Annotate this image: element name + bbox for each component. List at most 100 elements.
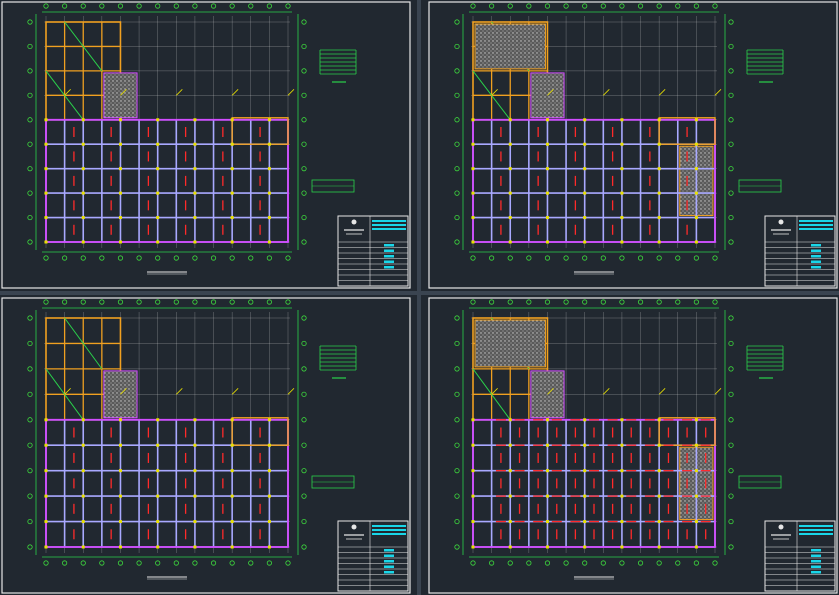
axis-bubble [248,3,254,9]
axis-bubble [454,19,460,25]
column [694,240,698,244]
column [156,240,160,244]
column [156,216,160,220]
axis-bubble [43,3,49,9]
axis-bubble [27,442,33,448]
axis-bubble [489,299,495,305]
axis-bubble [301,493,307,499]
column [267,494,271,498]
axis-bubble [728,92,734,98]
column [471,216,475,220]
axis-bubble [728,340,734,347]
column [230,494,234,498]
column [657,494,661,498]
axis-bubble [563,560,569,566]
column [118,494,122,498]
column [267,443,271,447]
axis-bubble [117,3,124,9]
axis-bubble [526,560,532,566]
axis-bubble [675,255,681,261]
title-block[interactable] [337,520,409,592]
axis-bubbles [27,3,307,261]
column [44,240,48,244]
column [545,494,549,498]
axis-bubble [675,299,681,305]
cad-model-space[interactable] [0,0,839,595]
title-block-cyan-bar [799,529,833,531]
axis-bubble [728,117,734,123]
axis-bubble [27,417,33,423]
axis-bubble [192,255,198,261]
title-block[interactable] [764,215,836,287]
title-block-field [811,266,821,269]
title-block-field [811,255,821,258]
column [193,443,197,447]
column [694,443,698,447]
floor-plan[interactable] [454,299,734,566]
column [44,142,48,146]
axis-bubble [266,3,272,9]
column [657,118,661,122]
axis-bubble [507,255,513,261]
axis-bubble [582,560,588,566]
legend-table[interactable] [746,49,784,83]
column [508,216,512,220]
axis-bubble [454,493,460,499]
title-block-frame [337,520,409,592]
column [545,469,549,473]
axis-bubble [192,560,198,566]
leader-line [491,89,498,96]
legend-table[interactable] [319,345,357,379]
axis-bubble [544,299,551,305]
slab-hatch [474,23,546,70]
leader-line [176,89,183,96]
drawing-sheet-4[interactable] [428,297,838,594]
axis-bubble [27,340,33,347]
axis-bubble [470,299,476,305]
axis-bubble [600,560,606,566]
annotation-leaders [491,89,722,96]
axis-bubble [489,560,495,566]
column [230,118,234,122]
axis-bubble [27,43,33,50]
floor-plan[interactable] [454,3,734,261]
drawing-sheet-2[interactable] [428,1,838,289]
drawing-sheet-1[interactable] [1,1,411,289]
column [44,545,48,549]
axis-bubble [266,560,272,566]
column [267,545,271,549]
drawing-sheet-3[interactable] [1,297,411,594]
main-body-beams [45,118,289,243]
dimension-lines [35,11,299,253]
column [193,469,197,473]
column [545,520,549,524]
floor-plan[interactable] [27,3,307,261]
dimension-lines [35,307,299,558]
column [44,494,48,498]
cad-drawing-area[interactable] [0,0,839,595]
legend-table[interactable] [746,345,784,379]
column [620,142,624,146]
floor-plan[interactable] [27,299,307,566]
axis-bubble [301,117,307,123]
column [44,167,48,171]
axis-bubble [248,299,254,305]
company-logo-icon [351,219,357,225]
axis-bubble [728,19,734,25]
column [471,520,475,524]
column [508,494,512,498]
legend-table[interactable] [319,49,357,83]
title-block[interactable] [337,215,409,287]
axis-bubble [301,141,307,147]
title-block[interactable] [764,520,836,592]
axis-bubble [62,560,68,566]
column [545,216,549,220]
column [44,216,48,220]
axis-bubble [99,255,105,261]
axis-bubble [600,255,606,261]
axis-bubble [285,3,291,9]
leader-line [64,388,71,395]
column [545,418,549,422]
column [657,520,661,524]
axis-bubble [155,255,161,261]
